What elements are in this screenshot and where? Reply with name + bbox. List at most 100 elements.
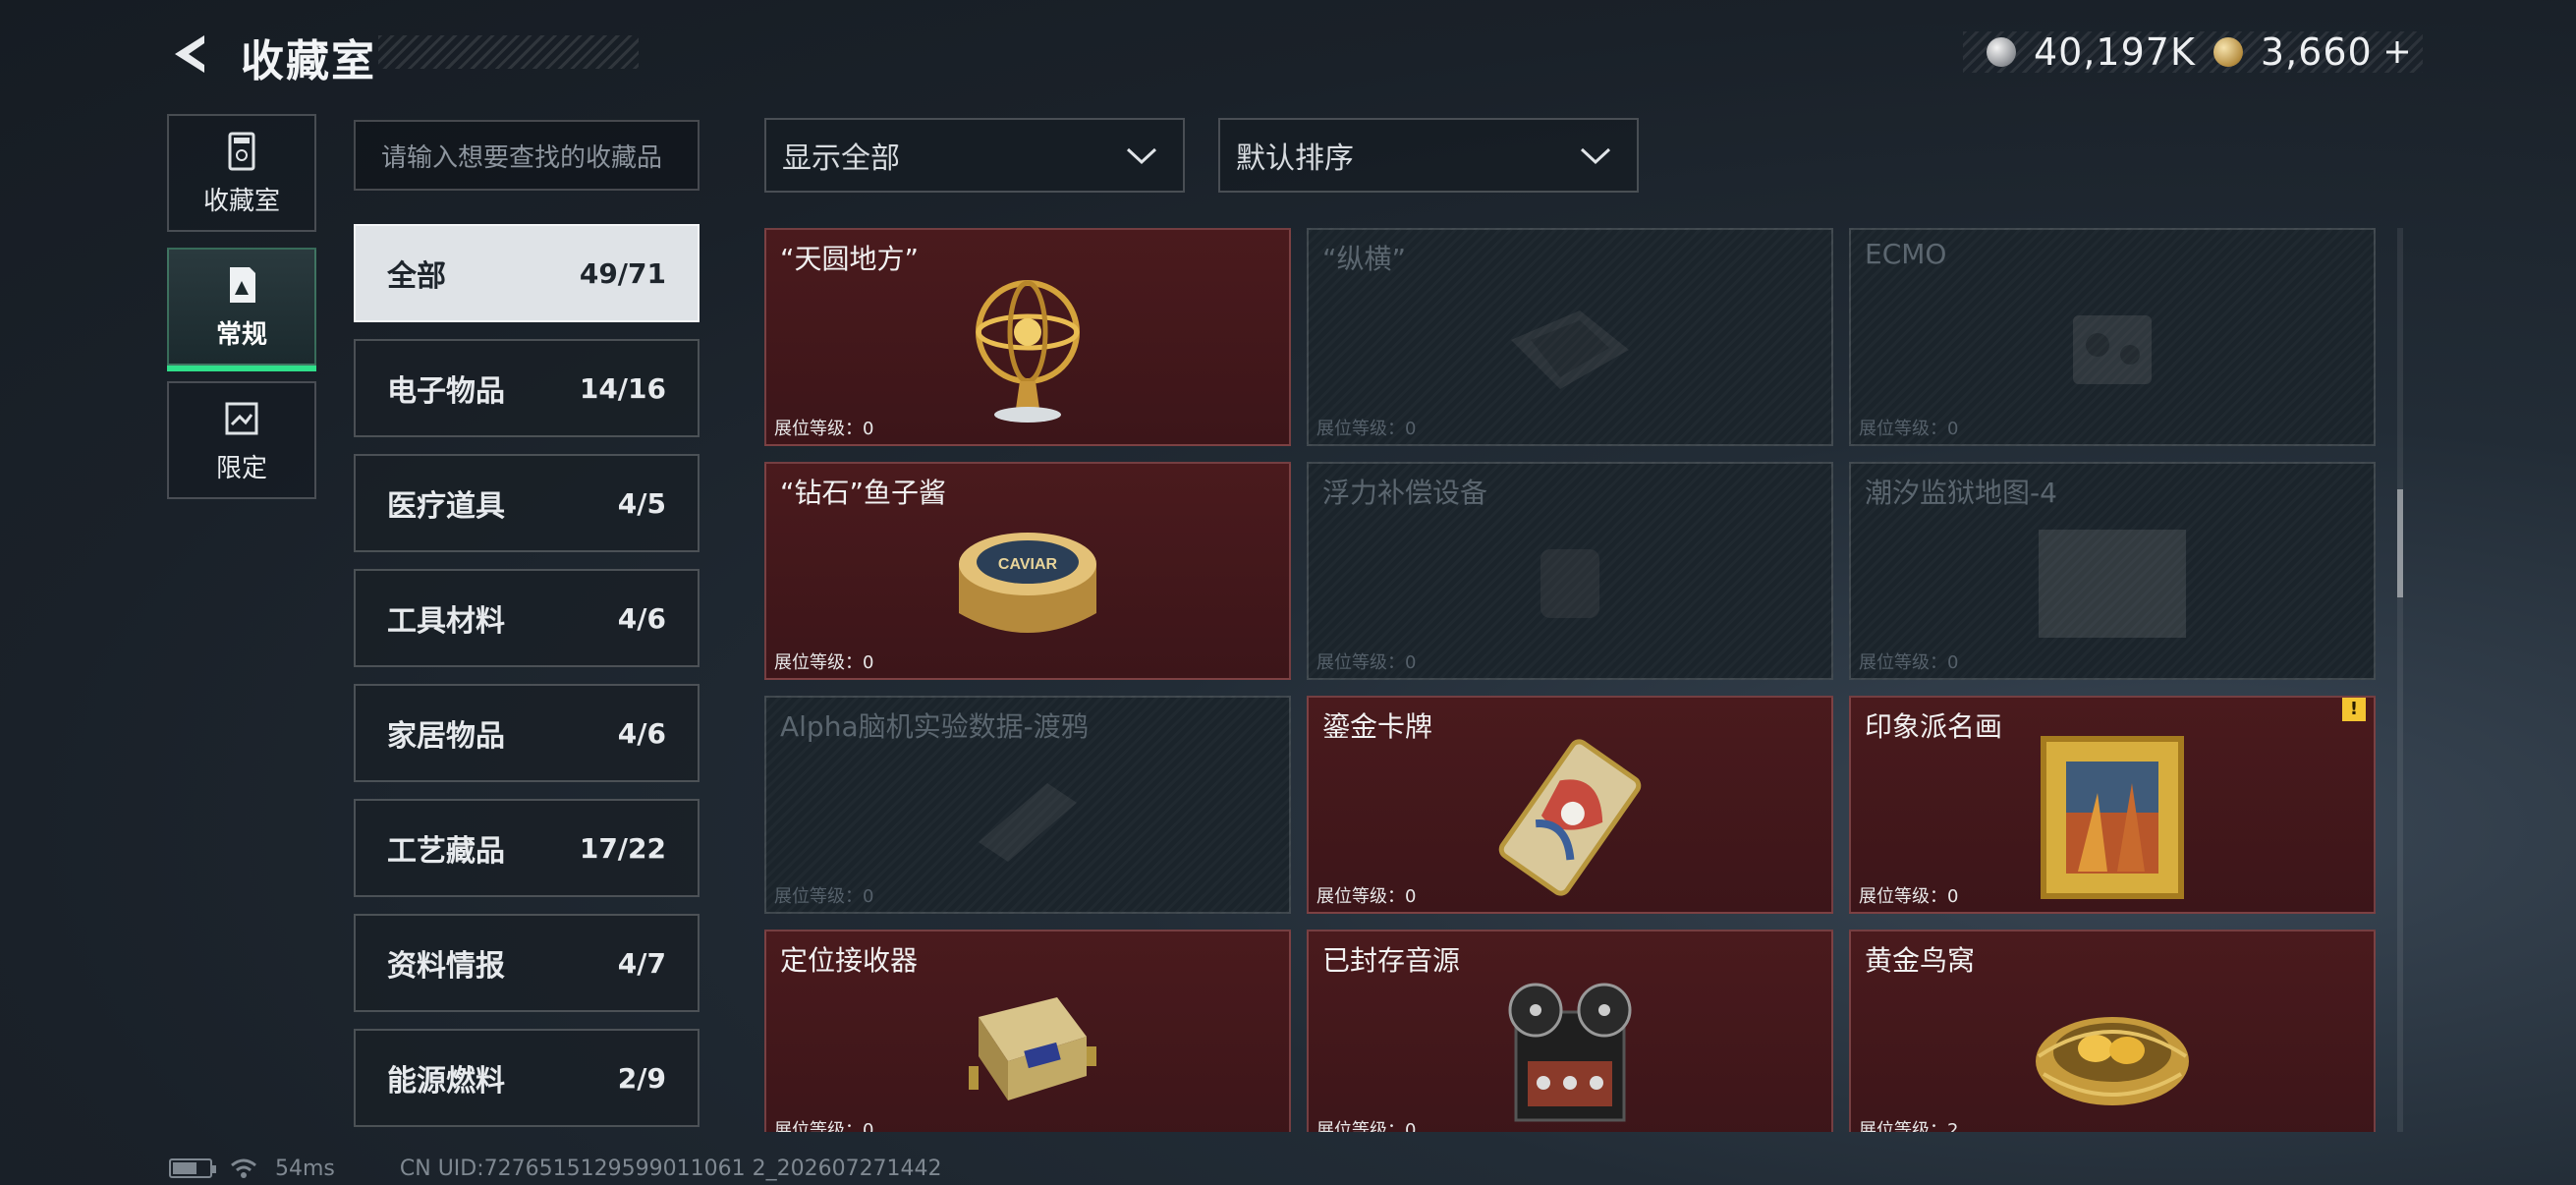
collection-grid: “天圆地方” 展位等级：0 “纵横” 展位等级：0 ECMO 展位等级：0 “钻… xyxy=(764,228,2385,1132)
chevron-down-icon xyxy=(1580,147,1611,165)
map-icon xyxy=(2039,530,2186,639)
booth-level: 展位等级：2 xyxy=(1859,1120,1959,1132)
data-drive-icon xyxy=(979,783,1077,863)
silver-currency-value: 40,197K xyxy=(2034,30,2196,74)
item-card[interactable]: 浮力补偿设备 展位等级：0 xyxy=(1307,462,1833,680)
category-name: 全部 xyxy=(387,259,446,294)
item-card[interactable]: 黄金鸟窝 展位等级：2 xyxy=(1849,930,2376,1132)
item-name: 浮力补偿设备 xyxy=(1322,477,1488,509)
booth-level: 展位等级：0 xyxy=(1859,652,1959,673)
item-name: “钻石”鱼子酱 xyxy=(780,477,947,509)
nav-regular[interactable]: 常规 xyxy=(167,248,316,371)
category-tools[interactable]: 工具材料 4/6 xyxy=(354,569,700,667)
nav-label: 收藏室 xyxy=(202,186,280,216)
wifi-icon xyxy=(231,1158,256,1178)
booth-level: 展位等级：0 xyxy=(774,652,874,673)
user-uid: CN UID:7276515129599011061 2_20260727144… xyxy=(399,1156,942,1181)
item-name: Alpha脑机实验数据-渡鸦 xyxy=(780,710,1089,743)
item-card[interactable]: “纵横” 展位等级：0 xyxy=(1307,228,1833,446)
booth-level: 展位等级：0 xyxy=(774,1120,874,1132)
item-card[interactable]: 定位接收器 展位等级：0 xyxy=(764,930,1291,1132)
category-name: 能源燃料 xyxy=(387,1064,505,1099)
currency-bar: 40,197K 3,660 xyxy=(1963,30,2423,74)
booth-level: 展位等级：0 xyxy=(1316,886,1417,907)
category-count: 17/22 xyxy=(579,831,666,865)
ecmo-machine-icon xyxy=(2073,315,2152,385)
booth-level: 展位等级：0 xyxy=(1859,419,1959,439)
reel-to-reel-recorder-icon xyxy=(1508,983,1632,1122)
silver-coin-icon xyxy=(1987,37,2016,67)
category-count: 4/6 xyxy=(617,601,666,635)
category-energy[interactable]: 能源燃料 2/9 xyxy=(354,1029,700,1127)
gold-currency-value: 3,660 xyxy=(2260,30,2373,74)
nav-collection-room[interactable]: 收藏室 xyxy=(167,114,316,232)
category-all[interactable]: 全部 49/71 xyxy=(354,224,700,322)
item-name: 印象派名画 xyxy=(1865,710,2003,743)
item-card[interactable]: 印象派名画 ! 展位等级：0 xyxy=(1849,696,2376,914)
category-household[interactable]: 家居物品 4/6 xyxy=(354,684,700,782)
sort-dropdown[interactable]: 默认排序 xyxy=(1218,118,1639,193)
buoyancy-device-icon xyxy=(1540,549,1599,619)
ping-value: 54ms xyxy=(275,1156,335,1181)
category-count: 14/16 xyxy=(579,371,666,405)
search-input[interactable]: 请输入想要查找的收藏品 xyxy=(354,120,700,191)
category-crafts[interactable]: 工艺藏品 17/22 xyxy=(354,799,700,897)
category-name: 电子物品 xyxy=(387,374,505,409)
chevron-down-icon xyxy=(1126,147,1157,165)
title-decoration xyxy=(378,35,639,69)
category-name: 家居物品 xyxy=(387,719,505,754)
locator-receiver-icon xyxy=(969,997,1096,1101)
item-name: 鎏金卡牌 xyxy=(1322,710,1433,743)
item-card[interactable]: Alpha脑机实验数据-渡鸦 展位等级：0 xyxy=(764,696,1291,914)
booth-level: 展位等级：0 xyxy=(774,419,874,439)
category-count: 4/5 xyxy=(617,486,666,520)
grid-scrollbar-thumb[interactable] xyxy=(2397,489,2403,597)
golden-nest-icon xyxy=(2036,1017,2189,1106)
page-title: 收藏室 xyxy=(241,36,376,86)
display-filter-value: 显示全部 xyxy=(782,141,900,176)
back-arrow-icon[interactable] xyxy=(167,29,216,79)
category-medical[interactable]: 医疗道具 4/5 xyxy=(354,454,700,552)
category-intel[interactable]: 资料情报 4/7 xyxy=(354,914,700,1012)
nav-label: 常规 xyxy=(215,319,267,350)
regular-collection-icon xyxy=(230,266,255,303)
booth-level: 展位等级：0 xyxy=(774,886,874,907)
item-name: 潮汐监狱地图-4 xyxy=(1865,477,2057,509)
sort-value: 默认排序 xyxy=(1236,141,1354,176)
item-card[interactable]: 鎏金卡牌 展位等级：0 xyxy=(1307,696,1833,914)
armillary-sphere-icon xyxy=(976,280,1080,423)
category-count: 2/9 xyxy=(617,1061,666,1095)
booth-level: 展位等级：0 xyxy=(1316,652,1417,673)
svg-text:CAVIAR: CAVIAR xyxy=(998,556,1058,573)
caviar-tin-icon: CAVIAR xyxy=(959,533,1096,634)
category-count: 4/7 xyxy=(617,946,666,980)
category-name: 工艺藏品 xyxy=(387,834,505,869)
category-name: 资料情报 xyxy=(387,949,505,984)
add-currency-icon[interactable] xyxy=(2382,37,2412,67)
item-card[interactable]: ECMO 展位等级：0 xyxy=(1849,228,2376,446)
gilded-card-icon xyxy=(1498,739,1642,896)
booth-level: 展位等级：0 xyxy=(1316,419,1417,439)
category-count: 4/6 xyxy=(617,716,666,750)
display-filter-dropdown[interactable]: 显示全部 xyxy=(764,118,1185,193)
grid-scrollbar-track[interactable] xyxy=(2397,228,2403,1132)
framed-painting-icon xyxy=(2041,736,2184,900)
item-card[interactable]: “天圆地方” 展位等级：0 xyxy=(764,228,1291,446)
gold-coin-icon xyxy=(2212,37,2243,67)
nav-limited[interactable]: 限定 xyxy=(167,381,316,499)
battery-icon xyxy=(169,1158,216,1178)
nav-label: 限定 xyxy=(215,453,267,483)
collection-room-icon xyxy=(228,132,255,170)
item-card[interactable]: “钻石”鱼子酱 CAVIAR 展位等级：0 xyxy=(764,462,1291,680)
item-name: 已封存音源 xyxy=(1322,944,1461,977)
item-name: 定位接收器 xyxy=(780,944,919,977)
item-card[interactable]: 潮汐监狱地图-4 展位等级：0 xyxy=(1849,462,2376,680)
category-electronics[interactable]: 电子物品 14/16 xyxy=(354,339,700,437)
item-name: ECMO xyxy=(1865,238,1947,270)
category-count: 49/71 xyxy=(579,256,666,290)
item-card[interactable]: 已封存音源 展位等级：0 xyxy=(1307,930,1833,1132)
chessboard-icon xyxy=(1511,310,1629,390)
booth-level: 展位等级：0 xyxy=(1859,886,1959,907)
item-name: “天圆地方” xyxy=(780,243,920,275)
limited-collection-icon xyxy=(225,402,258,434)
